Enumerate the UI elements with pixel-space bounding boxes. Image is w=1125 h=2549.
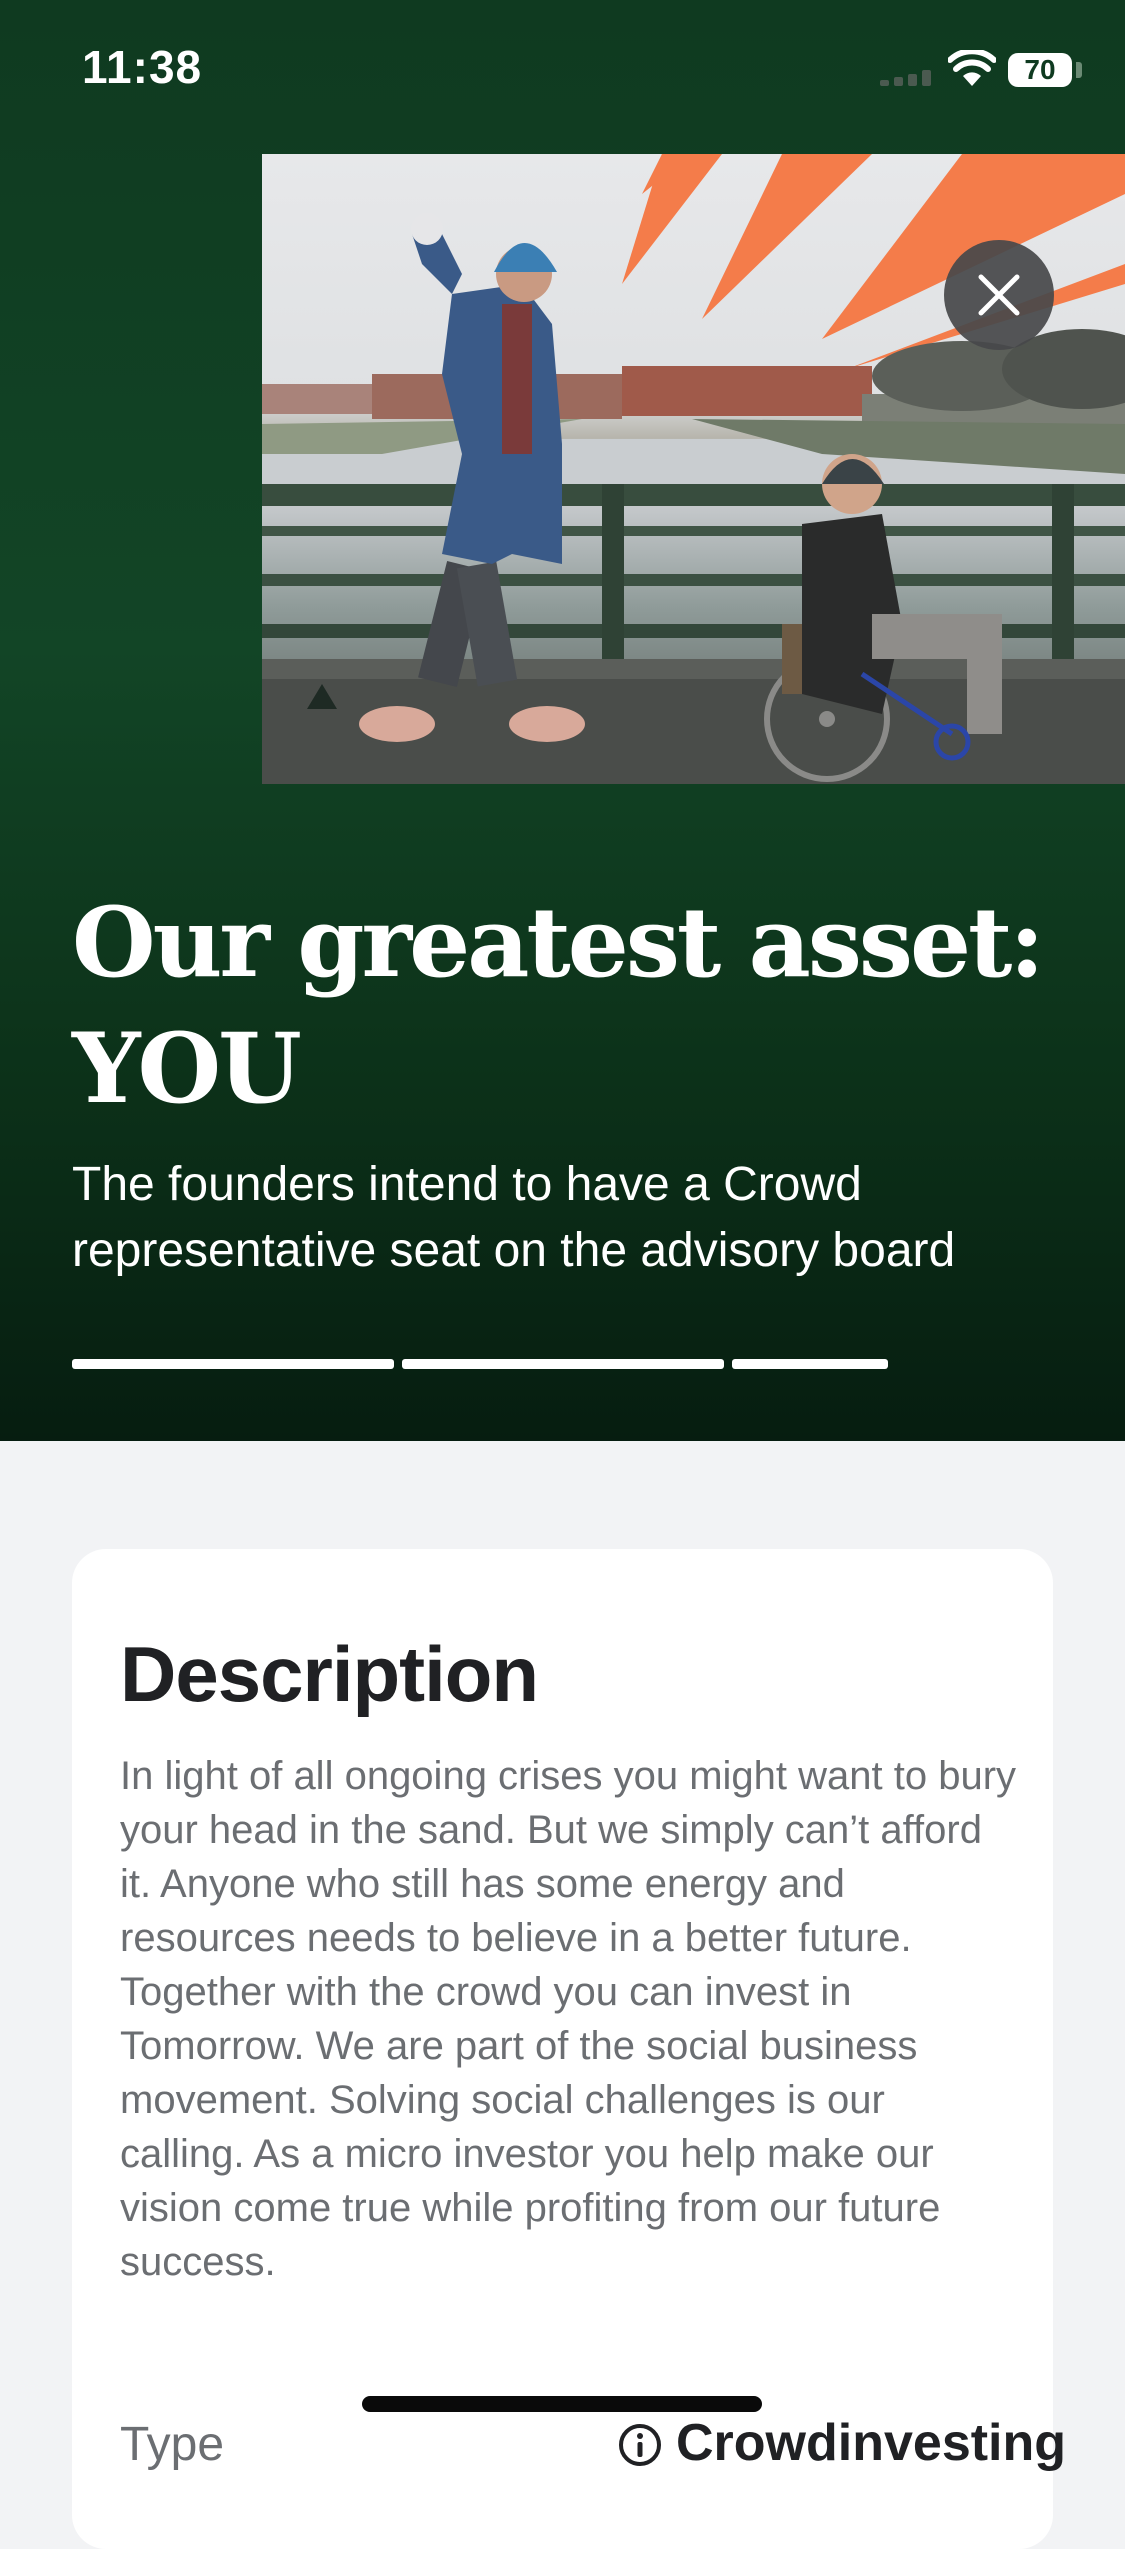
hero-subtitle: The founders intend to have a Crowd repr… xyxy=(72,1158,956,1277)
home-indicator[interactable] xyxy=(362,2396,762,2412)
progress-segment-3 xyxy=(732,1359,888,1369)
story-progress-bar xyxy=(72,1359,888,1369)
hero-title: Our greatest asset: YOU xyxy=(72,880,1072,1132)
close-button[interactable] xyxy=(944,240,1054,350)
battery-icon: 70 xyxy=(1008,53,1072,87)
wifi-icon xyxy=(948,50,996,86)
hero-title-line1: Our greatest asset: xyxy=(72,886,1045,999)
battery-tip xyxy=(1076,62,1082,78)
status-time: 11:38 xyxy=(82,41,203,93)
close-icon xyxy=(978,274,1020,316)
hero-title-line2: YOU xyxy=(72,1012,302,1125)
cellular-signal-icon xyxy=(880,70,934,86)
description-heading: Description xyxy=(120,1630,539,1718)
progress-segment-1 xyxy=(72,1359,394,1369)
type-row[interactable]: Type Crowdinvesting xyxy=(120,2407,1066,2487)
info-icon[interactable] xyxy=(618,2423,662,2467)
description-body: In light of all ongoing crises you might… xyxy=(120,1754,1017,2284)
type-label: Type xyxy=(120,2418,225,2471)
status-bar: 11:38 70 xyxy=(0,0,1125,140)
hero-section: 11:38 70 Our greatest asset: YOU The fou… xyxy=(0,0,1125,1441)
type-value: Crowdinvesting xyxy=(676,2414,1067,2472)
progress-segment-2 xyxy=(402,1359,724,1369)
